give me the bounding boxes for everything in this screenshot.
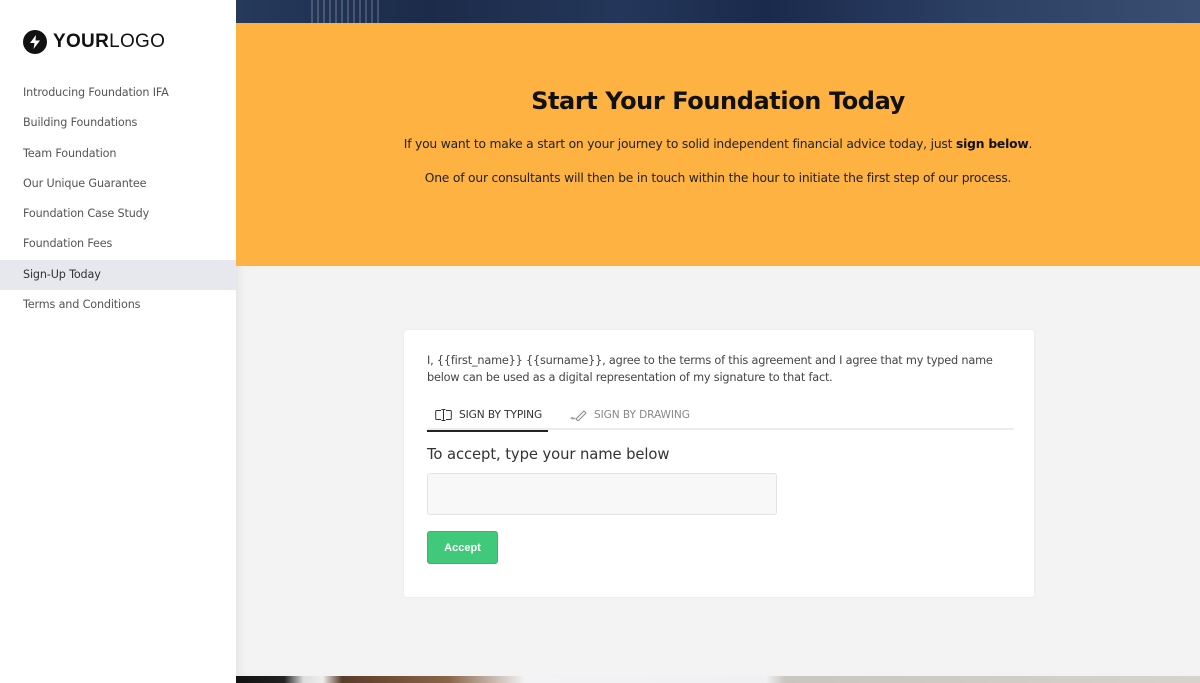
logo[interactable]: YOURLOGO [23, 30, 165, 54]
hero-followup-text: One of our consultants will then be in t… [424, 171, 1012, 185]
hero-intro-prefix: If you want to make a start on your jour… [403, 137, 956, 151]
lightning-bolt-icon [23, 30, 47, 54]
signature-name-input[interactable] [427, 473, 777, 515]
signature-tabs: SIGN BY TYPING SIGN BY DRAWING [427, 400, 1014, 432]
text-cursor-icon [435, 409, 452, 421]
photo-detail [311, 0, 381, 23]
sidebar-item-building-foundations[interactable]: Building Foundations [0, 108, 236, 138]
hero-intro-emphasis: sign below [955, 137, 1029, 151]
sidebar-nav: Introducing Foundation IFA Building Foun… [0, 78, 236, 320]
header-photo-strip [236, 0, 1200, 23]
tab-sign-by-drawing-label: SIGN BY DRAWING [594, 409, 690, 421]
sidebar-item-foundation-case-study[interactable]: Foundation Case Study [0, 199, 236, 229]
footer-photo-strip [236, 676, 1200, 683]
tab-sign-by-typing-label: SIGN BY TYPING [459, 409, 543, 421]
signature-card: I, {{first_name}} {{surname}}, agree to … [404, 330, 1034, 597]
logo-text: YOURLOGO [53, 31, 165, 53]
hero-intro-suffix: . [1028, 137, 1033, 151]
sidebar-item-sign-up-today[interactable]: Sign-Up Today [0, 259, 236, 291]
page-title: Start Your Foundation Today [531, 87, 905, 115]
signature-section: I, {{first_name}} {{surname}}, agree to … [236, 266, 1200, 676]
sidebar-item-terms-and-conditions[interactable]: Terms and Conditions [0, 290, 236, 320]
hero-banner: Start Your Foundation Today If you want … [236, 23, 1200, 266]
tab-sign-by-typing[interactable]: SIGN BY TYPING [427, 400, 548, 432]
pen-icon [570, 409, 587, 421]
sidebar-item-our-unique-guarantee[interactable]: Our Unique Guarantee [0, 169, 236, 199]
logo-text-bold: YOUR [53, 31, 110, 52]
agreement-text: I, {{first_name}} {{surname}}, agree to … [427, 354, 993, 384]
sidebar-item-introducing-foundation-ifa[interactable]: Introducing Foundation IFA [0, 78, 236, 108]
logo-text-light: LOGO [109, 31, 166, 52]
accept-button[interactable]: Accept [427, 531, 498, 564]
main-content: Start Your Foundation Today If you want … [236, 0, 1200, 683]
sidebar-item-foundation-fees[interactable]: Foundation Fees [0, 229, 236, 259]
tab-sign-by-drawing[interactable]: SIGN BY DRAWING [570, 400, 690, 430]
name-input-label: To accept, type your name below [427, 446, 670, 463]
hero-intro-text: If you want to make a start on your jour… [236, 137, 1200, 151]
sidebar-item-team-foundation[interactable]: Team Foundation [0, 139, 236, 169]
sidebar: YOURLOGO Introducing Foundation IFA Buil… [0, 0, 236, 683]
